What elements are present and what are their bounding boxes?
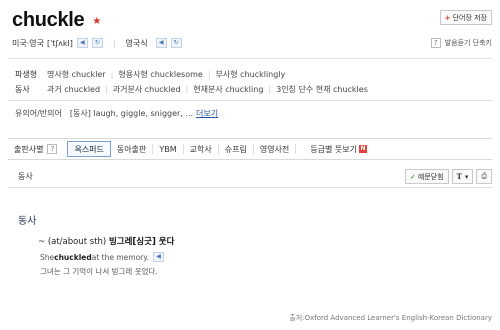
example-post: at the memory. xyxy=(91,252,149,262)
publisher-tab-bar: 출판사별 ? 옥스퍼드 동아출판 YBM 교학사 슈프림 영영사전 등급별 뜻보… xyxy=(8,138,492,160)
help-icon[interactable]: ? xyxy=(47,144,58,154)
us-uk-label: 미국·영국 xyxy=(12,38,44,48)
derived-forms-head: 파생형 xyxy=(15,70,38,79)
verb-forms-row: 동사 과거 chuckled | 과거분사 chuckled | 현재분사 ch… xyxy=(15,83,368,96)
synonyms-row: 유의어/반의어 [동사] laugh, giggle, snigger, ...… xyxy=(15,107,218,120)
check-icon: ✓ xyxy=(410,172,416,181)
tab-label: 슈프림 xyxy=(224,144,247,154)
tab-english-english[interactable]: 영영사전 xyxy=(254,141,295,157)
sense-pos-heading: 동사 xyxy=(18,216,37,227)
new-badge: N xyxy=(358,145,367,153)
divider: | xyxy=(105,85,108,94)
print-icon: ⎙ xyxy=(481,172,487,180)
toolbar-buttons: ✓ 예문닫힘 T ▾ ⎙ xyxy=(405,169,492,184)
derived-forms-row: 파생형 명사형 chuckler | 형용사형 chucklesome | 부사… xyxy=(15,68,285,81)
form-item: 명사형 chuckler xyxy=(47,70,106,79)
example-pre: She xyxy=(40,252,55,262)
tab-oxford[interactable]: 옥스퍼드 xyxy=(67,141,111,157)
tab-label: 영영사전 xyxy=(259,144,290,154)
tab-label: YBM xyxy=(159,144,177,154)
divider xyxy=(8,100,492,101)
definition-korean: 빙그레[싱긋] 웃다 xyxy=(108,237,175,247)
tab-supreme[interactable]: 슈프림 xyxy=(219,141,253,157)
examples-button-label: 예문닫힘 xyxy=(417,172,444,181)
form-item: 과거 chuckled xyxy=(47,85,101,94)
content-toolbar: 동사 ✓ 예문닫힘 T ▾ ⎙ xyxy=(8,166,492,188)
help-label: 발음듣기 단축키 xyxy=(444,39,492,47)
font-icon: T xyxy=(456,172,462,181)
publisher-label-text: 출판사별 xyxy=(14,144,44,154)
tab-donga[interactable]: 동아출판 xyxy=(111,141,152,157)
toggle-examples-button[interactable]: ✓ 예문닫힘 xyxy=(405,169,449,184)
synonyms-more-link[interactable]: 더보기 xyxy=(196,108,218,119)
verb-forms-head: 동사 xyxy=(15,85,30,94)
synonyms-head: 유의어/반의어 xyxy=(15,109,62,118)
example-translation: 그녀는 그 기억이 나서 빙그레 웃었다. xyxy=(40,267,158,276)
save-button-label: 단어장 저장 xyxy=(452,13,487,22)
form-item: 부사형 chucklingly xyxy=(215,70,286,79)
synonyms-text: [동사] laugh, giggle, snigger, ... xyxy=(69,109,194,118)
form-item: 형용사형 chucklesome xyxy=(118,70,203,79)
form-item: 3인칭 단수 현재 chuckles xyxy=(276,85,368,94)
ipa-text: [ˈtʃʌkl] xyxy=(46,38,73,48)
divider: | xyxy=(112,38,116,48)
divider: | xyxy=(268,85,272,94)
publisher-label: 출판사별 ? xyxy=(8,141,63,157)
star-icon: ★ xyxy=(92,15,102,27)
tab-ybm[interactable]: YBM xyxy=(153,141,182,157)
divider: | xyxy=(110,70,114,79)
tab-label: 동아출판 xyxy=(116,144,147,154)
save-to-wordbook-button[interactable]: + 단어장 저장 xyxy=(439,10,492,25)
definition-pattern: ~ (at/about sth) xyxy=(38,237,107,247)
speaker-icon[interactable]: ◀ xyxy=(153,252,164,262)
tab-label: 옥스퍼드 xyxy=(74,144,104,154)
tab-label: 등급별 뜻보기 xyxy=(310,144,357,154)
entry-header: chuckle ★ xyxy=(12,8,101,32)
uk-label: 영국식 xyxy=(125,38,148,48)
pronunciation-shortcut-help[interactable]: ? 발음듣기 단축키 xyxy=(430,36,492,50)
plus-icon: + xyxy=(444,13,451,22)
tab-label: 교학사 xyxy=(189,144,212,154)
pos-label: 동사 xyxy=(18,172,33,181)
tab-kyohak[interactable]: 교학사 xyxy=(184,141,218,157)
speaker-icon[interactable]: ◀ xyxy=(76,38,88,48)
example-sentence: She chuckled at the memory. ◀ xyxy=(40,252,164,262)
example-headword: chuckled xyxy=(54,252,92,262)
chevron-down-icon: ▾ xyxy=(464,172,469,181)
pronunciation-row: 미국·영국 [ˈtʃʌkl] ◀ ↻ | 영국식 ◀ ↻ xyxy=(12,36,182,50)
form-item: 현재분사 chuckling xyxy=(193,85,264,94)
speaker-icon[interactable]: ◀ xyxy=(155,38,167,48)
form-item: 과거분사 chuckled xyxy=(112,85,181,94)
headword: chuckle xyxy=(12,8,85,31)
repeat-audio-icon[interactable]: ↻ xyxy=(91,38,103,48)
repeat-audio-icon[interactable]: ↻ xyxy=(170,38,182,48)
tab-level-meaning[interactable]: 등급별 뜻보기 N xyxy=(304,141,373,157)
sense-definition: ~ (at/about sth) 빙그레[싱긋] 웃다 xyxy=(38,235,174,247)
help-icon: ? xyxy=(430,38,441,48)
font-size-button[interactable]: T ▾ xyxy=(451,169,474,184)
print-button[interactable]: ⎙ xyxy=(476,169,492,184)
divider: | xyxy=(207,70,211,79)
dictionary-source: 출처:Oxford Advanced Learner's English-Kor… xyxy=(289,314,492,322)
divider: | xyxy=(185,85,189,94)
divider xyxy=(8,58,492,59)
divider xyxy=(295,144,297,154)
